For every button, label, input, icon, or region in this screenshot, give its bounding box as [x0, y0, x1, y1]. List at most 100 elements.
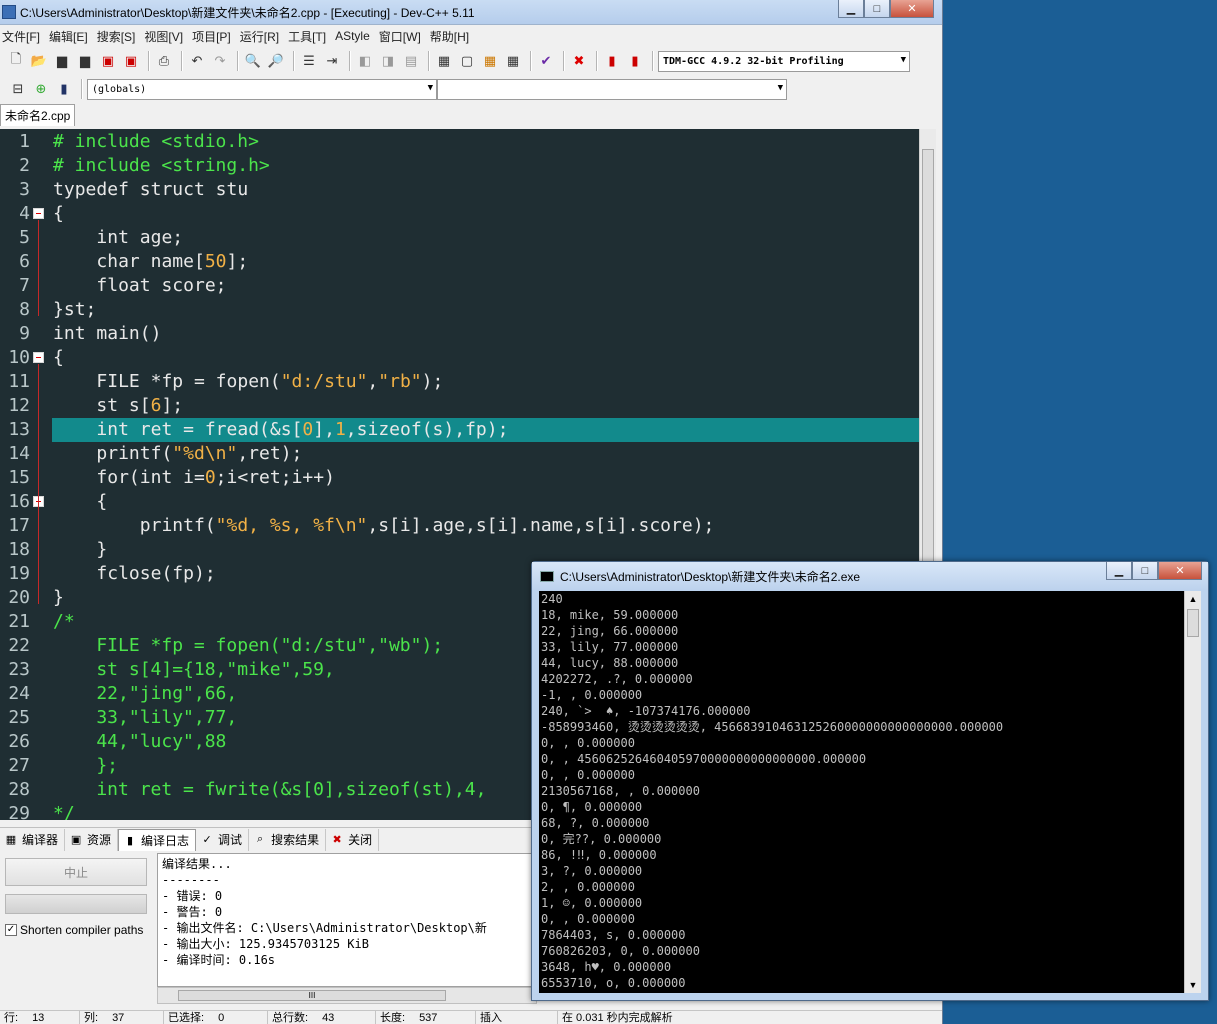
code-text: int ret = fwrite(&s[0],sizeof(st),4,: [53, 779, 487, 800]
ide-window-controls: ▁ □ ✕: [838, 0, 934, 18]
menu-search[interactable]: 搜索[S]: [95, 25, 143, 47]
goto-bookmark-icon[interactable]: ▮: [54, 79, 74, 99]
delete-profile-icon[interactable]: ▮: [625, 51, 645, 71]
ide-title-bar[interactable]: C:\Users\Administrator\Desktop\新建文件夹\未命名…: [0, 0, 942, 25]
tab-bottom-0[interactable]: ▦ 编译器: [0, 828, 66, 851]
toggle-bookmark-icon[interactable]: ⊕: [31, 79, 51, 99]
status-col-label: 列:: [84, 1012, 99, 1024]
shorten-paths-checkbox[interactable]: ✓: [5, 924, 17, 936]
scope-select[interactable]: (globals) ▼: [87, 78, 437, 100]
check-icon: ✓: [202, 834, 212, 846]
code-line[interactable]: 4{: [0, 202, 919, 226]
maximize-icon[interactable]: □: [1132, 562, 1158, 580]
code-line[interactable]: 2 # include <string.h>: [0, 154, 919, 178]
log-line: - 错误: 0: [162, 889, 223, 903]
maximize-icon[interactable]: □: [864, 0, 890, 18]
code-text: FILE *fp = fopen("d:/stu","wb");: [53, 635, 444, 656]
indent-icon[interactable]: ☰: [299, 51, 319, 71]
code-line[interactable]: 16 {: [0, 490, 919, 514]
code-line[interactable]: 13 int ret = fread(&s[0],1,sizeof(s),fp)…: [0, 418, 919, 442]
replace-icon[interactable]: 🔎: [266, 51, 286, 71]
close-file-icon[interactable]: ▣: [98, 51, 118, 71]
console-line: 3648, h♥, 0.000000: [541, 960, 672, 974]
find-icon[interactable]: 🔍: [243, 51, 263, 71]
code-line[interactable]: 12 st s[6];: [0, 394, 919, 418]
compile-log[interactable]: 编译结果... -------- - 错误: 0 - 警告: 0 - 输出文件名: C:…: [157, 853, 537, 987]
toolbar-separator: [293, 51, 295, 71]
compile-run-icon[interactable]: ▦: [480, 51, 500, 71]
new-file-icon[interactable]: 🗋: [6, 51, 26, 71]
open-file-icon[interactable]: 📂: [29, 51, 49, 71]
compile-icon[interactable]: ▦: [434, 51, 454, 71]
menu-edit[interactable]: 编辑[E]: [47, 25, 95, 47]
scrollbar-thumb[interactable]: III: [178, 990, 446, 1001]
code-line[interactable]: 7 float score;: [0, 274, 919, 298]
abort-compile-button[interactable]: 中止: [5, 858, 147, 886]
run-icon[interactable]: ▢: [457, 51, 477, 71]
scrollbar-thumb[interactable]: [1187, 609, 1199, 637]
chart-icon: ▮: [127, 834, 134, 847]
code-line[interactable]: 11 FILE *fp = fopen("d:/stu","rb");: [0, 370, 919, 394]
shorten-paths-option[interactable]: ✓ Shorten compiler paths: [5, 923, 143, 937]
console-output[interactable]: 240 18, mike, 59.000000 22, jing, 66.00000…: [539, 591, 1184, 993]
syntax-check-icon[interactable]: ✔: [536, 51, 556, 71]
menu-help[interactable]: 帮助[H]: [428, 25, 476, 47]
tab-bottom-1[interactable]: ▣ 资源: [65, 828, 119, 851]
redo-icon[interactable]: ↷: [210, 51, 230, 71]
print-icon[interactable]: ⎙: [154, 51, 174, 71]
goto-icon[interactable]: ⇥: [322, 51, 342, 71]
menu-window[interactable]: 窗口[W]: [377, 25, 428, 47]
insert-icon[interactable]: ⊟: [8, 79, 28, 99]
code-line[interactable]: 15 for(int i=0;i<ret;i++): [0, 466, 919, 490]
line-number: 11: [8, 371, 30, 392]
file-tab[interactable]: 未命名2.cpp: [0, 104, 76, 126]
stop-execution-icon[interactable]: ✖: [569, 51, 589, 71]
menu-run[interactable]: 运行[R]: [238, 25, 286, 47]
minimize-icon[interactable]: ▁: [1106, 562, 1132, 580]
close-icon[interactable]: ✕: [890, 0, 934, 18]
menu-project[interactable]: 项目[P]: [190, 25, 238, 47]
line-number: 3: [19, 179, 30, 200]
toolbar-separator: [596, 51, 598, 71]
member-select[interactable]: ▼: [437, 78, 787, 100]
scroll-up-icon[interactable]: ▲: [1185, 591, 1201, 607]
menu-file[interactable]: 文件[F]: [0, 25, 47, 47]
menu-astyle[interactable]: AStyle: [333, 25, 377, 47]
code-line[interactable]: 6 char name[50];: [0, 250, 919, 274]
console-vertical-scrollbar[interactable]: ▲ ▼: [1184, 591, 1201, 993]
code-line[interactable]: 5 int age;: [0, 226, 919, 250]
tab-bottom-3[interactable]: ✓ 调试: [196, 828, 250, 851]
code-line[interactable]: 14 printf("%d\n",ret);: [0, 442, 919, 466]
log-horizontal-scrollbar[interactable]: III: [157, 987, 537, 1004]
menu-tools[interactable]: 工具[T]: [286, 25, 333, 47]
code-line[interactable]: 17 printf("%d, %s, %f\n",s[i].age,s[i].n…: [0, 514, 919, 538]
minimize-icon[interactable]: ▁: [838, 0, 864, 18]
scrollbar-thumb[interactable]: [922, 149, 934, 589]
menu-view[interactable]: 视图[V]: [142, 25, 190, 47]
code-line[interactable]: 3 typedef struct stu: [0, 178, 919, 202]
rebuild-icon[interactable]: ▦: [503, 51, 523, 71]
project-add-icon[interactable]: ◧: [355, 51, 375, 71]
code-line[interactable]: 9 int main(): [0, 322, 919, 346]
close-icon[interactable]: ✕: [1158, 562, 1202, 580]
code-line[interactable]: 1 # include <stdio.h>: [0, 130, 919, 154]
log-line: - 输出大小: 125.9345703125 KiB: [162, 937, 369, 951]
undo-icon[interactable]: ↶: [187, 51, 207, 71]
fold-collapse-icon[interactable]: [33, 208, 44, 219]
code-line[interactable]: 8}st;: [0, 298, 919, 322]
tab-bottom-2[interactable]: ▮ 编译日志: [118, 828, 197, 851]
scroll-down-icon[interactable]: ▼: [1185, 977, 1201, 993]
tab-bottom-5[interactable]: ✖ 关闭: [326, 828, 380, 851]
compiler-select[interactable]: TDM-GCC 4.9.2 32-bit Profiling ▼: [658, 50, 910, 72]
console-line: 18, mike, 59.000000: [541, 608, 679, 622]
profile-icon[interactable]: ▮: [602, 51, 622, 71]
save-icon[interactable]: ▆: [52, 51, 72, 71]
save-all-icon[interactable]: ▆: [75, 51, 95, 71]
tab-bottom-4[interactable]: ⌕ 搜索结果: [249, 828, 327, 851]
project-options-icon[interactable]: ▤: [401, 51, 421, 71]
close-all-icon[interactable]: ▣: [121, 51, 141, 71]
fold-collapse-icon[interactable]: [33, 352, 44, 363]
code-line[interactable]: 10 {: [0, 346, 919, 370]
project-remove-icon[interactable]: ◨: [378, 51, 398, 71]
code-line[interactable]: 18 }: [0, 538, 919, 562]
